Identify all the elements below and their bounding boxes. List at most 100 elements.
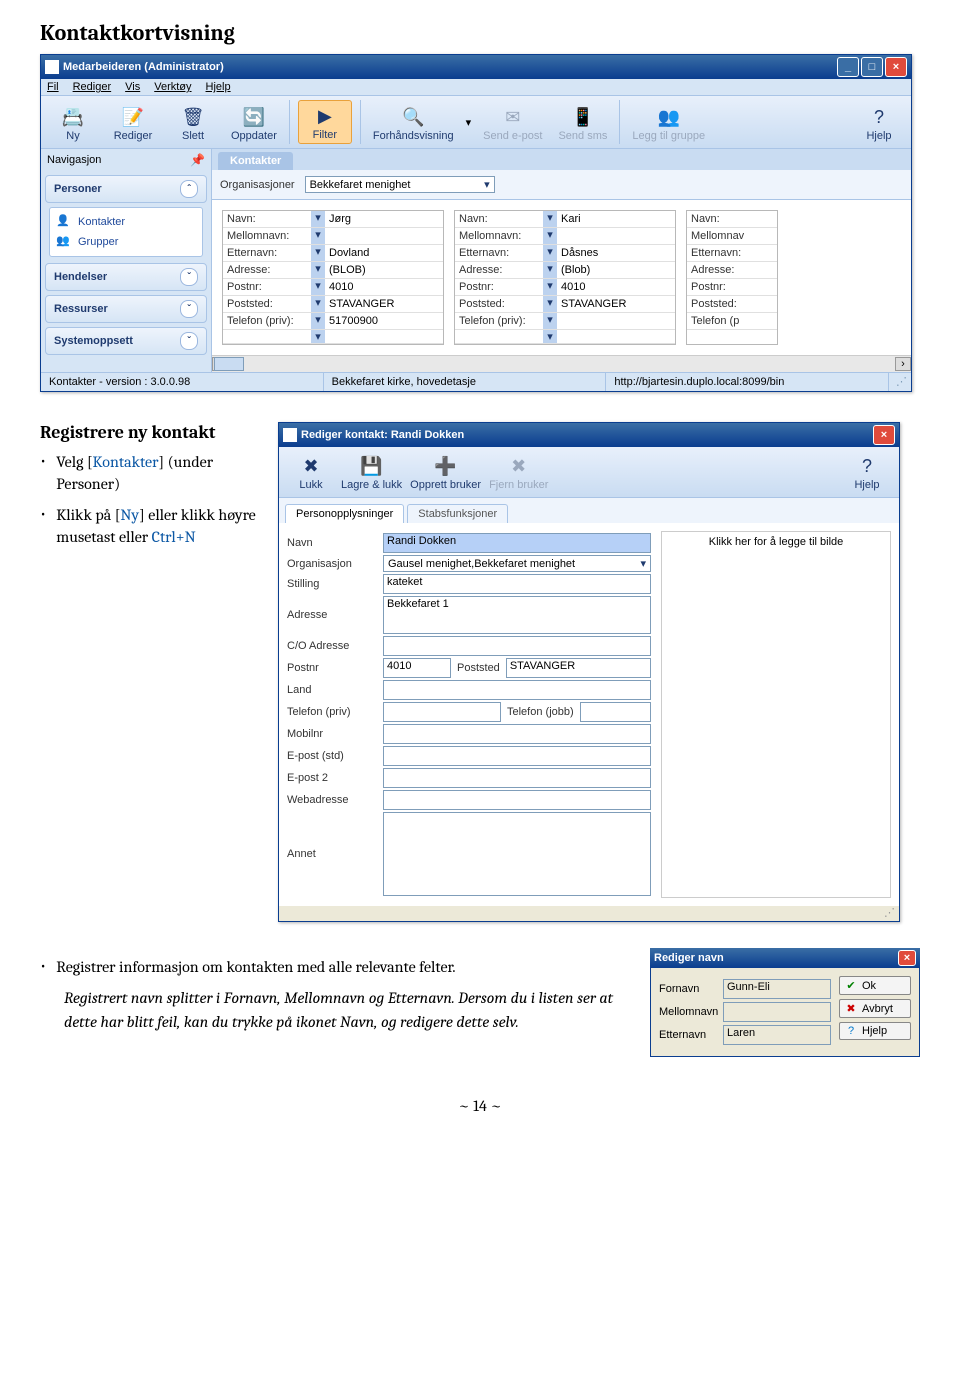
hjelp-button[interactable]: ?Hjelp (853, 102, 905, 144)
input-teljobb[interactable] (580, 702, 651, 722)
chevron-down-icon[interactable]: ▾ (543, 330, 557, 343)
input-epost2[interactable] (383, 768, 651, 788)
input-postnr[interactable]: 4010 (383, 658, 451, 678)
input-land[interactable] (383, 680, 651, 700)
tab-personopplysninger[interactable]: Personopplysninger (285, 504, 404, 523)
forhandsvisning-button-icon: 🔍 (400, 104, 426, 130)
rediger-button[interactable]: 📝Rediger (107, 102, 159, 144)
chevron-down-icon[interactable]: ▾ (311, 245, 325, 261)
window-minimize-button[interactable]: _ (837, 57, 859, 77)
slett-button[interactable]: 🗑Slett (167, 102, 219, 144)
horizontal-scrollbar[interactable]: ‹ › (212, 355, 911, 372)
dialog-close-button[interactable]: × (873, 425, 895, 445)
chevron-up-icon: ˆ (180, 180, 198, 198)
opprett-bruker-button[interactable]: ➕Opprett bruker (406, 451, 485, 493)
chevron-down-icon[interactable]: ▾ (311, 211, 325, 227)
menu-hjelp[interactable]: Hjelp (206, 81, 231, 93)
scroll-thumb[interactable] (214, 357, 244, 371)
chevron-down-icon[interactable]: ▾ (543, 279, 557, 295)
nav-group-ressurser[interactable]: Ressurser ˇ (45, 295, 207, 323)
menu-rediger[interactable]: Rediger (73, 81, 112, 93)
legg-til-gruppe-button-icon: 👥 (656, 104, 682, 130)
input-annet[interactable] (383, 812, 651, 896)
image-hint: Klikk her for å legge til bilde (709, 536, 844, 548)
chevron-down-icon[interactable]: ▾ (466, 116, 472, 129)
chevron-down-icon[interactable]: ▾ (543, 228, 557, 244)
input-adresse[interactable]: Bekkefaret 1 (383, 596, 651, 634)
input-navn[interactable]: Randi Dokken (383, 533, 651, 553)
hjelp-button-dialog[interactable]: ?Hjelp (841, 451, 893, 493)
organisasjon-combo[interactable]: Bekkefaret menighet ▾ (305, 176, 495, 193)
chevron-down-icon[interactable]: ▾ (311, 228, 325, 244)
nav-group-systemoppsett[interactable]: Systemoppsett ˇ (45, 327, 207, 355)
window-maximize-button[interactable]: □ (861, 57, 883, 77)
rename-dialog: Rediger navn × FornavnGunn-Eli Mellomnav… (650, 948, 920, 1057)
rename-close-button[interactable]: × (898, 950, 916, 966)
tab-kontakter[interactable]: Kontakter (218, 152, 293, 170)
pin-icon[interactable]: 📌 (190, 153, 205, 167)
chevron-down-icon[interactable]: ▾ (311, 279, 325, 295)
chevron-down-icon[interactable]: ▾ (311, 262, 325, 278)
bullet-dot: • (40, 956, 46, 978)
oppdater-button[interactable]: 🔄Oppdater (227, 102, 281, 144)
contact-card[interactable]: Navn:▾JørgMellomnavn:▾Etternavn:▾Dovland… (222, 210, 444, 345)
contact-card-partial[interactable]: Navn:MellomnavEtternavn:Adresse:Postnr:P… (686, 210, 778, 345)
input-etternavn[interactable]: Laren (723, 1025, 831, 1045)
filter-button[interactable]: ▶Filter (298, 100, 352, 144)
lukk-button[interactable]: ✖Lukk (285, 451, 337, 493)
chevron-down-icon[interactable]: ▾ (543, 262, 557, 278)
chevron-down-icon[interactable]: ▾ (543, 313, 557, 329)
hjelp-button-rename[interactable]: ?Hjelp (839, 1022, 911, 1040)
dialog-icon (283, 428, 297, 442)
italic-note: Registrert navn splitter i Fornavn, Mell… (64, 986, 630, 1034)
input-epost-std[interactable] (383, 746, 651, 766)
menu-verktoy[interactable]: Verktøy (154, 81, 191, 93)
page-number: ~ 14 ~ (40, 1097, 920, 1115)
chevron-down-icon[interactable]: ▾ (311, 330, 325, 343)
menubar: Fil Rediger Vis Verktøy Hjelp (41, 79, 911, 96)
avbryt-button[interactable]: ✖Avbryt (839, 999, 911, 1018)
lagre-lukk-button[interactable]: 💾Lagre & lukk (337, 451, 406, 493)
card-field-value: STAVANGER (557, 296, 675, 312)
input-fornavn[interactable]: Gunn-Eli (723, 979, 831, 999)
chevron-down-icon[interactable]: ▾ (311, 313, 325, 329)
chevron-down-icon[interactable]: ▾ (543, 245, 557, 261)
input-poststed[interactable]: STAVANGER (506, 658, 651, 678)
input-mellomnavn[interactable] (723, 1002, 831, 1022)
menu-fil[interactable]: Fil (47, 81, 59, 93)
chevron-down-icon: ˇ (180, 332, 198, 350)
contact-card[interactable]: Navn:▾KariMellomnavn:▾Etternavn:▾DåsnesA… (454, 210, 676, 345)
tool-label: Hjelp (866, 130, 891, 142)
label-co: C/O Adresse (287, 640, 377, 652)
input-organisasjon[interactable]: Gausel menighet,Bekkefaret menighet▾ (383, 555, 651, 572)
resize-grip-icon[interactable]: ⋰ (279, 906, 899, 921)
nav-item-kontakter[interactable]: 👤 Kontakter (54, 212, 198, 232)
window-close-button[interactable]: × (885, 57, 907, 77)
menu-vis[interactable]: Vis (125, 81, 140, 93)
resize-grip-icon[interactable]: ⋰ (889, 373, 911, 391)
image-drop-area[interactable]: Klikk her for å legge til bilde (661, 531, 891, 898)
tool-label: Oppdater (231, 130, 277, 142)
card-field-value: 4010 (325, 279, 443, 295)
input-telpriv[interactable] (383, 702, 501, 722)
card-field-label: Navn: (223, 211, 311, 227)
label-epost2: E-post 2 (287, 772, 377, 784)
nav-group-personer[interactable]: Personer ˆ (45, 175, 207, 203)
scroll-right-arrow[interactable]: › (895, 357, 911, 371)
input-web[interactable] (383, 790, 651, 810)
send-sms-button: 📱Send sms (554, 102, 611, 144)
contact-icon: 👤 (56, 214, 72, 230)
chevron-down-icon[interactable]: ▾ (543, 296, 557, 312)
nav-item-grupper[interactable]: 👥 Grupper (54, 232, 198, 252)
chevron-down-icon[interactable]: ▾ (311, 296, 325, 312)
chevron-down-icon[interactable]: ▾ (543, 211, 557, 227)
input-mobil[interactable] (383, 724, 651, 744)
nav-group-hendelser[interactable]: Hendelser ˇ (45, 263, 207, 291)
ny-button[interactable]: 📇Ny (47, 102, 99, 144)
tool-label: Send e-post (483, 130, 542, 142)
forhandsvisning-button[interactable]: 🔍Forhåndsvisning (369, 102, 458, 144)
input-stilling[interactable]: kateket (383, 574, 651, 594)
ok-button[interactable]: ✔Ok (839, 976, 911, 995)
tab-stabsfunksjoner[interactable]: Stabsfunksjoner (407, 504, 508, 523)
input-co[interactable] (383, 636, 651, 656)
